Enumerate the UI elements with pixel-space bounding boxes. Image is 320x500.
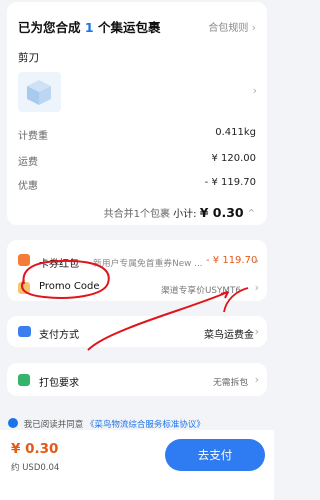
subtotal-amount: ¥ 0.30 (199, 205, 244, 220)
package-card: 已为您合成 1 个集运包裹 合包规则 › 剪刀 › 计费重 0.411kg 运费… (7, 2, 267, 225)
checkbox-checked-icon[interactable] (8, 418, 18, 428)
chevron-right-icon: › (254, 281, 259, 294)
promo-code-value: 渠道专享价USYMT6 (161, 286, 241, 296)
total-usd: 约 USD0.04 (11, 463, 60, 473)
merge-rule-label: 合包规则 (208, 23, 249, 34)
payment-method-label: 支付方式 (39, 330, 79, 341)
title-suffix: 个集运包裹 (97, 20, 161, 35)
row-value: - ¥ 119.70 (204, 177, 256, 188)
packing-value: 无需拆包 (213, 378, 249, 388)
total-amount: ¥ 0.30 (11, 441, 59, 457)
row-weight: 计费重 0.411kg (18, 127, 256, 142)
item-name: 剪刀 (18, 52, 39, 64)
packing-requirement-row[interactable]: 打包要求 无需拆包 › (7, 363, 267, 396)
chevron-up-icon: ⌃ (246, 207, 256, 220)
discount-card: 卡券红包 新用户专属免首重券New ... - ¥ 119.70 › Promo… (7, 240, 267, 301)
pay-button[interactable]: 去支付 (165, 439, 265, 471)
card-icon (18, 326, 31, 337)
promo-tag-icon (18, 282, 30, 294)
agreement: 我已阅读并同意 《菜鸟物流综合服务标准协议》 (8, 418, 205, 430)
red-packet-icon (18, 254, 30, 266)
package-icon (18, 374, 30, 386)
payment-method-value: 菜鸟运费金 (204, 330, 254, 341)
chevron-right-icon[interactable]: › (253, 84, 257, 97)
box-icon (27, 80, 51, 105)
chevron-right-icon: › (254, 325, 259, 338)
agreement-link[interactable]: 《菜鸟物流综合服务标准协议》 (86, 420, 205, 430)
title-count: 1 (84, 20, 94, 35)
row-discount: 优惠 - ¥ 119.70 (18, 177, 256, 192)
merge-rule-link[interactable]: 合包规则 › (208, 19, 256, 34)
row-label: 运费 (18, 157, 38, 168)
coupon-label: 卡券红包 (39, 259, 79, 270)
title-prefix: 已为您合成 (18, 20, 81, 35)
chevron-right-icon: › (254, 373, 259, 386)
row-value: 0.411kg (215, 127, 256, 138)
checkout-bar: ¥ 0.30 约 USD0.04 去支付 (0, 430, 274, 500)
promo-code-label: Promo Code (39, 281, 100, 292)
row-label: 计费重 (18, 131, 48, 142)
agreement-prefix: 我已阅读并同意 (23, 420, 84, 430)
package-count: 共合并1个包裹 (103, 209, 170, 220)
packing-label: 打包要求 (39, 378, 79, 389)
row-label: 优惠 (18, 181, 38, 192)
payment-method-row[interactable]: 支付方式 菜鸟运费金 › (7, 316, 267, 347)
package-title: 已为您合成 1 个集运包裹 (18, 17, 160, 36)
package-thumbnail[interactable] (18, 72, 61, 112)
row-shipping: 运费 ¥ 120.00 (18, 153, 256, 168)
chevron-right-icon: › (251, 21, 256, 34)
coupon-amount: - ¥ 119.70 (206, 255, 258, 266)
subtotal-label: 小计: (173, 209, 197, 220)
coupon-desc: 新用户专属免首重券New ... (93, 259, 203, 269)
row-value: ¥ 120.00 (211, 153, 256, 164)
subtotal[interactable]: 共合并1个包裹 小计: ¥ 0.30 ⌃ (104, 205, 256, 220)
chevron-right-icon: › (254, 254, 259, 267)
